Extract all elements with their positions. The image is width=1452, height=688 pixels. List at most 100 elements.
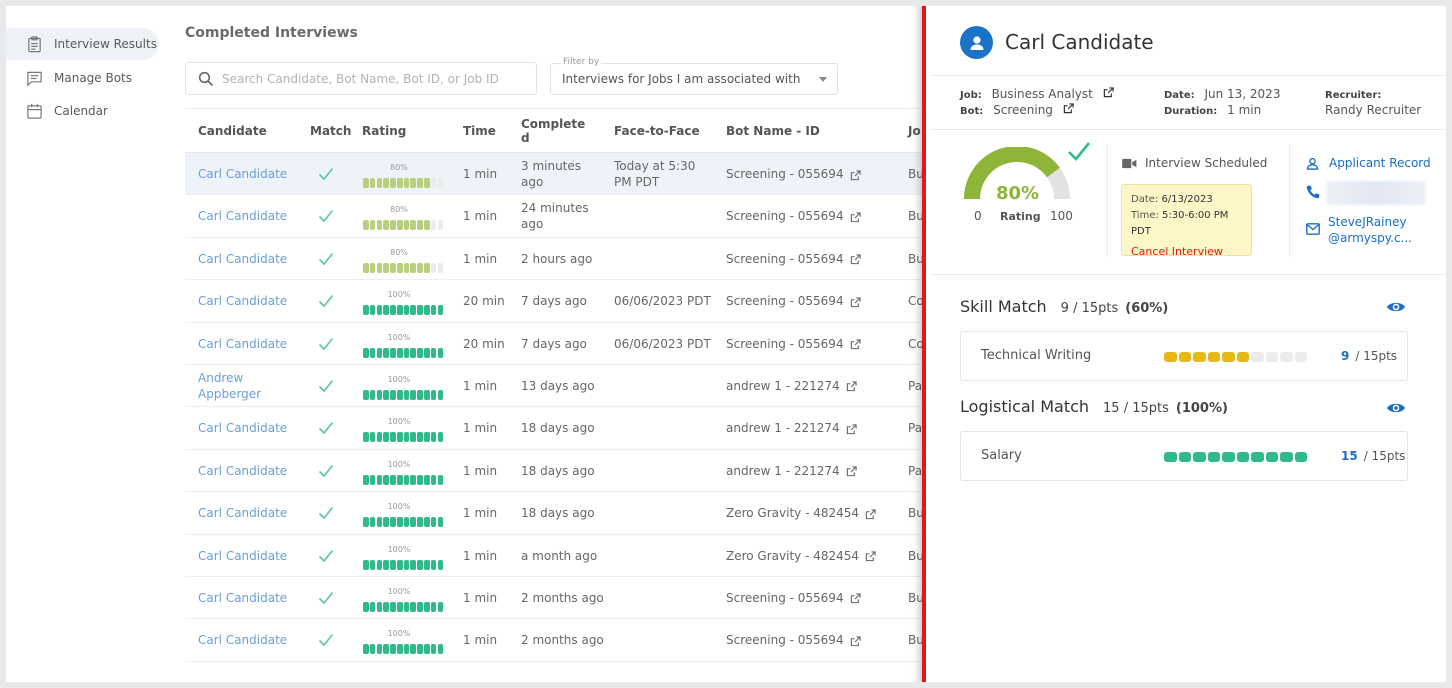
chevron-down-icon <box>819 77 827 82</box>
external-link-icon[interactable] <box>865 550 876 562</box>
column-header-job[interactable]: Jo <box>908 109 921 153</box>
candidate-link[interactable]: Andrew Appberger <box>198 365 298 407</box>
candidate-link[interactable]: Carl Candidate <box>198 450 298 492</box>
rating-bar-segment <box>396 220 403 231</box>
table-row[interactable]: Carl Candidate 100% 20 min 7 days ago 06/06/… <box>185 323 945 365</box>
rating-bar-segment <box>363 474 369 485</box>
applicant-record-link[interactable]: Applicant Record <box>1306 156 1431 170</box>
candidate-link[interactable]: Carl Candidate <box>198 407 298 449</box>
table-row[interactable]: Carl Candidate 80% 1 min 3 minutes ago Today… <box>185 153 945 196</box>
rating-bar-segment <box>390 305 396 316</box>
sidebar-item-manage-bots[interactable]: Manage Bots <box>6 62 132 94</box>
table-row[interactable]: Carl Candidate 100% 20 min 7 days ago 06/06/… <box>185 280 945 323</box>
search-box[interactable] <box>185 62 537 95</box>
sidebar-item-label: Manage Bots <box>54 71 133 85</box>
column-header-match[interactable]: Match <box>310 109 351 153</box>
rating-bar-segment <box>369 305 376 316</box>
match-check-icon <box>318 195 334 237</box>
external-link-icon[interactable] <box>850 338 861 350</box>
external-link-icon[interactable] <box>850 211 861 223</box>
column-header-time[interactable]: Time <box>463 109 496 153</box>
table-row[interactable]: Carl Candidate 100% 1 min 18 days ago Zero G… <box>185 492 945 535</box>
candidate-link[interactable]: Carl Candidate <box>198 153 298 195</box>
filter-value: Interviews for Jobs I am associated with <box>562 72 801 86</box>
table-row[interactable]: Carl Candidate 100% 1 min 2 months ago Scree… <box>185 619 945 662</box>
external-link-icon[interactable] <box>1063 103 1074 114</box>
cancel-interview-link[interactable]: Cancel Interview <box>1131 244 1242 260</box>
column-header-rating[interactable]: Rating <box>362 109 406 153</box>
candidate-link[interactable]: Carl Candidate <box>198 577 298 619</box>
rating-bar-segment <box>417 178 423 188</box>
table-row[interactable]: Carl Candidate 100% 1 min 18 days ago andrew… <box>185 450 945 493</box>
rating-bar-segment <box>390 178 396 188</box>
column-header-completed[interactable]: Complete d <box>521 109 585 153</box>
rating-bar-segment <box>437 262 444 273</box>
external-link-icon[interactable] <box>846 380 857 392</box>
match-check-icon <box>318 407 334 449</box>
rating-bar-segment <box>376 601 383 612</box>
sidebar-item-interview-results[interactable]: Interview Results <box>6 28 159 60</box>
external-link-icon[interactable] <box>1103 87 1114 98</box>
candidate-link[interactable]: Carl Candidate <box>198 280 298 322</box>
column-header-candidate[interactable]: Candidate <box>198 109 267 153</box>
eye-icon[interactable] <box>1386 300 1406 314</box>
rating-bar-segment <box>437 559 444 570</box>
rating-bar-segment <box>396 601 403 612</box>
bot-link[interactable]: Screening <box>993 103 1053 117</box>
job-link[interactable]: Business Analyst <box>992 87 1093 101</box>
table-row[interactable]: Carl Candidate 100% 1 min 18 days ago andrew… <box>185 407 945 450</box>
score-bar-segment <box>1280 452 1293 462</box>
search-input[interactable] <box>222 71 522 86</box>
candidate-link[interactable]: Carl Candidate <box>198 619 298 661</box>
eye-icon[interactable] <box>1386 401 1406 415</box>
rating-bar-segment <box>403 432 410 443</box>
external-link-icon[interactable] <box>846 465 857 477</box>
rating-bar-segment <box>376 559 383 570</box>
rating-bar-segment <box>437 220 444 231</box>
external-link-icon[interactable] <box>865 508 876 519</box>
face-to-face-cell: 06/06/2023 PDT <box>614 336 711 351</box>
filter-select[interactable]: Filter by Interviews for Jobs I am assoc… <box>550 57 838 95</box>
job-cell: Pa <box>908 463 923 478</box>
candidate-link[interactable]: Carl Candidate <box>198 323 298 365</box>
check-mark-icon <box>1068 142 1091 161</box>
candidate-link[interactable]: Carl Candidate <box>198 238 298 280</box>
table-row[interactable]: Carl Candidate 80% 1 min 24 minutes ago Scre… <box>185 195 945 238</box>
phone-icon[interactable] <box>1306 185 1320 199</box>
external-link-icon[interactable] <box>846 423 857 435</box>
candidate-link[interactable]: Carl Candidate <box>198 535 298 577</box>
external-link-icon[interactable] <box>850 635 861 646</box>
sidebar-item-calendar[interactable]: Calendar <box>6 95 108 127</box>
sidebar: Interview Results Manage Bots Calendar <box>6 6 176 682</box>
rating-bar-segment <box>390 432 396 443</box>
external-link-icon[interactable] <box>850 592 861 604</box>
table-row[interactable]: Carl Candidate 100% 1 min a month ago Zero G… <box>185 535 945 577</box>
gauge-max: 100 <box>1050 209 1073 223</box>
external-link-icon[interactable] <box>850 253 861 265</box>
match-check-icon <box>318 280 334 322</box>
email-link[interactable]: SteveJRainey @armyspy.c... <box>1328 214 1412 246</box>
table-row[interactable]: Carl Candidate 100% 1 min 2 months ago Scree… <box>185 577 945 620</box>
table-row[interactable]: Carl Candidate 80% 1 min 2 hours ago Screeni… <box>185 238 945 281</box>
column-header-bot-name[interactable]: Bot Name - ID <box>726 109 820 153</box>
column-header-face-to-face[interactable]: Face-to-Face <box>614 109 700 153</box>
match-check-icon <box>318 535 334 577</box>
candidate-link[interactable]: Carl Candidate <box>198 195 298 237</box>
gauge-label: Rating <box>1000 210 1041 223</box>
rating-bar-segment <box>403 644 410 655</box>
rating-bar-segment <box>369 178 376 188</box>
face-to-face-cell <box>614 365 716 407</box>
bot-row: Bot: Screening <box>960 103 1074 117</box>
person-icon <box>1306 157 1319 170</box>
rating-bar-segment <box>430 220 437 231</box>
table-row[interactable]: Andrew Appberger 100% 1 min 13 days ago andr… <box>185 365 945 408</box>
score-bar-segment <box>1265 352 1278 362</box>
email-icon[interactable] <box>1306 223 1320 235</box>
candidate-link[interactable]: Carl Candidate <box>198 492 298 534</box>
external-link-icon[interactable] <box>850 169 861 180</box>
score-bar-segment <box>1164 452 1177 462</box>
rating-bar-segment <box>363 432 369 443</box>
skill-item-card: Technical Writing 9/ 15pts <box>960 331 1408 381</box>
rating-bar-segment <box>369 432 376 443</box>
external-link-icon[interactable] <box>850 296 861 307</box>
